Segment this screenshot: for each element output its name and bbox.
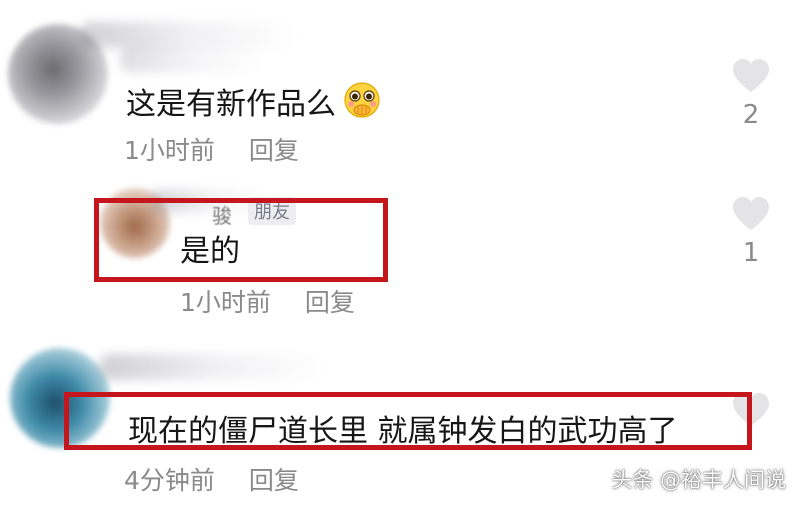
highlight-box	[94, 198, 388, 282]
highlight-box	[64, 392, 752, 450]
comment-meta: 4分钟前 回复	[124, 464, 299, 498]
timestamp: 1小时前	[124, 136, 215, 165]
username-blurred[interactable]	[100, 354, 330, 380]
comment-text-content: 这是有新作品么	[126, 87, 336, 122]
reply-button[interactable]: 回复	[249, 136, 299, 165]
watermark: 头条 @裕丰人间说	[611, 468, 786, 492]
timestamp: 1小时前	[180, 288, 271, 317]
heart-icon	[733, 59, 769, 92]
username-blurred[interactable]	[80, 22, 300, 48]
hand-over-mouth-emoji-icon	[342, 80, 382, 120]
comment-meta: 1小时前 回复	[124, 134, 299, 168]
like-count: 1	[742, 238, 760, 268]
heart-icon	[733, 197, 769, 230]
timestamp: 4分钟前	[124, 466, 215, 495]
like-count: 2	[742, 100, 760, 130]
comment-text: 这是有新作品么	[126, 80, 382, 125]
reply-button[interactable]: 回复	[305, 288, 355, 317]
comment-1: 这是有新作品么 1小时前 回复 2	[0, 0, 800, 180]
comment-meta: 1小时前 回复	[180, 286, 355, 320]
like-button[interactable]: 2	[729, 58, 773, 130]
reply-button[interactable]: 回复	[249, 466, 299, 495]
like-button[interactable]: 1	[729, 196, 773, 268]
username-blurred-2	[120, 46, 270, 72]
